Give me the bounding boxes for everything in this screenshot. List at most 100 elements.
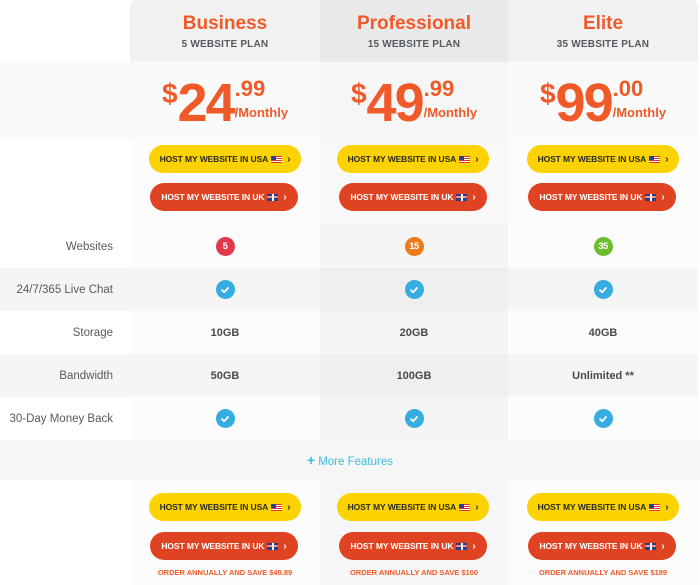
us-flag-icon [459,155,471,163]
host-uk-button[interactable]: HOST MY WEBSITE IN UK › [528,532,676,560]
chevron-right-icon: › [283,191,287,203]
us-flag-icon [271,155,283,163]
check-circle-icon [215,409,235,428]
plan-header-elite: Elite 35 WEBSITE PLAN [508,0,698,62]
websites-cell-elite: 35 [508,225,698,268]
plan-subtitle: 15 WEBSITE PLAN [367,39,461,50]
money-back-cell-business [130,397,320,440]
us-flag-icon [271,503,283,511]
host-uk-button[interactable]: HOST MY WEBSITE IN UK › [150,532,298,560]
chevron-right-icon: › [475,153,479,165]
host-uk-button[interactable]: HOST MY WEBSITE IN UK › [528,183,676,211]
websites-cell-business: 5 [130,225,320,268]
annual-savings-note: ORDER ANNUALLY AND SAVE $49.89 [157,568,293,577]
price-integer: 99 [555,73,614,133]
bandwidth-value: 100GB [396,369,432,382]
plan-header-professional: Professional 15 WEBSITE PLAN [320,0,508,62]
host-usa-button[interactable]: HOST MY WEBSITE IN USA › [337,145,489,173]
buttons-cell-business: HOST MY WEBSITE IN USA › HOST MY WEBSITE … [130,140,320,225]
price-period: /Monthly [612,105,667,120]
check-circle-icon [215,280,235,299]
chevron-right-icon: › [661,191,665,203]
storage-cell-elite: 40GB [508,311,698,354]
host-uk-button[interactable]: HOST MY WEBSITE IN UK › [339,532,487,560]
price-currency: $ [350,78,367,109]
pricing-table: Business 5 WEBSITE PLAN Professional 15 … [0,0,700,585]
storage-cell-business: 10GB [130,311,320,354]
check-circle-icon [593,280,613,299]
bottom-buttons-cell-professional: HOST MY WEBSITE IN USA › HOST MY WEBSITE … [320,480,508,585]
storage-value: 40GB [588,326,618,339]
check-circle-icon [404,409,424,428]
annual-savings-note: ORDER ANNUALLY AND SAVE $189 [538,568,668,577]
uk-flag-icon [456,542,468,550]
host-uk-button[interactable]: HOST MY WEBSITE IN UK › [339,183,487,211]
chevron-right-icon: › [287,153,291,165]
websites-count-badge: 5 [215,237,235,256]
price-cell-elite: $99.00/Monthly [508,62,698,140]
button-label: HOST MY WEBSITE IN USA [159,502,269,512]
storage-cell-professional: 20GB [320,311,508,354]
us-flag-icon [459,503,471,511]
money-back-cell-elite [508,397,698,440]
host-usa-button[interactable]: HOST MY WEBSITE IN USA › [337,493,489,521]
host-usa-button[interactable]: HOST MY WEBSITE IN USA › [527,145,679,173]
buttons-cell-professional: HOST MY WEBSITE IN USA › HOST MY WEBSITE … [320,140,508,225]
check-circle-icon [404,280,424,299]
uk-flag-icon [645,193,657,201]
money-back-cell-professional [320,397,508,440]
feature-label-bandwidth: Bandwidth [0,354,130,397]
plus-icon: + [307,452,316,468]
plan-header-business: Business 5 WEBSITE PLAN [130,0,320,62]
check-circle-icon [593,409,613,428]
button-label: HOST MY WEBSITE IN UK [161,192,265,202]
button-label: HOST MY WEBSITE IN USA [537,154,647,164]
annual-savings-note: ORDER ANNUALLY AND SAVE $100 [349,568,479,577]
price-cell-professional: $49.99/Monthly [320,62,508,140]
more-features-link[interactable]: + More Features [0,440,700,480]
us-flag-icon [649,155,661,163]
buttons-row-spacer [0,140,130,225]
bottom-buttons-cell-business: HOST MY WEBSITE IN USA › HOST MY WEBSITE … [130,480,320,585]
price-currency: $ [539,78,556,109]
plan-subtitle: 5 WEBSITE PLAN [181,39,269,50]
button-label: HOST MY WEBSITE IN UK [539,192,643,202]
price-integer: 49 [366,73,425,133]
price-integer: 24 [177,73,236,133]
button-label: HOST MY WEBSITE IN UK [161,541,265,551]
bottom-buttons-spacer [0,480,130,585]
host-usa-button[interactable]: HOST MY WEBSITE IN USA › [149,145,301,173]
host-uk-button[interactable]: HOST MY WEBSITE IN UK › [150,183,298,211]
button-label: HOST MY WEBSITE IN UK [539,541,643,551]
uk-flag-icon [456,193,468,201]
price: $49.99/Monthly [320,76,508,130]
button-label: HOST MY WEBSITE IN USA [537,502,647,512]
feature-label-storage: Storage [0,311,130,354]
price-period: /Monthly [423,105,478,120]
more-features-label: More Features [318,456,393,468]
chevron-right-icon: › [283,540,287,552]
websites-count-badge: 35 [593,237,613,256]
chevron-right-icon: › [287,501,291,513]
chevron-right-icon: › [665,501,669,513]
feature-label-websites: Websites [0,225,130,268]
live-chat-cell-elite [508,268,698,311]
button-label: HOST MY WEBSITE IN USA [347,502,457,512]
bandwidth-cell-professional: 100GB [320,354,508,397]
chevron-right-icon: › [665,153,669,165]
live-chat-cell-business [130,268,320,311]
plan-name: Business [182,13,268,34]
uk-flag-icon [645,542,657,550]
websites-cell-professional: 15 [320,225,508,268]
host-usa-button[interactable]: HOST MY WEBSITE IN USA › [527,493,679,521]
price-currency: $ [161,78,178,109]
storage-value: 10GB [210,326,240,339]
feature-label-money-back: 30-Day Money Back [0,397,130,440]
us-flag-icon [649,503,661,511]
price-decimal: .00 [612,76,644,101]
header-spacer [0,0,130,62]
uk-flag-icon [267,542,279,550]
price: $99.00/Monthly [508,76,698,130]
host-usa-button[interactable]: HOST MY WEBSITE IN USA › [149,493,301,521]
plan-name: Professional [356,13,472,34]
